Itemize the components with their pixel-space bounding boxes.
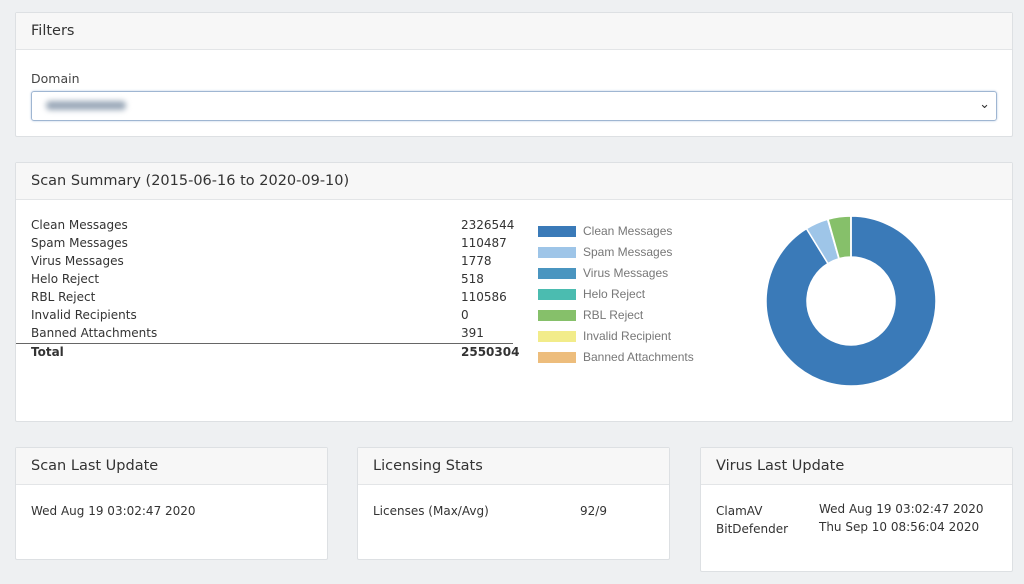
summary-row-name: Virus Messages xyxy=(31,254,124,268)
legend-item[interactable]: Clean Messages xyxy=(538,224,738,245)
virus-last-update-panel: Virus Last Update ClamAV Wed Aug 19 03:0… xyxy=(700,447,1013,572)
domain-select[interactable]: ⌄ xyxy=(31,91,997,121)
legend-swatch xyxy=(538,310,576,321)
total-label: Total xyxy=(31,345,64,359)
legend-label: Helo Reject xyxy=(583,287,646,301)
legend-item[interactable]: RBL Reject xyxy=(538,308,738,329)
legend-item[interactable]: Spam Messages xyxy=(538,245,738,266)
summary-row: Banned Attachments 391 xyxy=(31,326,515,344)
legend-item[interactable]: Helo Reject xyxy=(538,287,738,308)
filters-panel: Filters Domain ⌄ xyxy=(15,12,1013,137)
filters-title: Filters xyxy=(16,13,1012,50)
licensing-stats-title: Licensing Stats xyxy=(358,448,669,485)
legend-label: Banned Attachments xyxy=(583,350,694,364)
av-name-bitdefender: BitDefender xyxy=(716,522,789,536)
summary-row-value: 391 xyxy=(461,326,484,340)
summary-row-value: 1778 xyxy=(461,254,492,268)
legend-label: Virus Messages xyxy=(583,266,669,280)
scan-summary-panel: Scan Summary (2015-06-16 to 2020-09-10) … xyxy=(15,162,1013,422)
summary-row-value: 0 xyxy=(461,308,469,322)
licenses-label: Licenses (Max/Avg) xyxy=(373,504,489,518)
legend-label: Spam Messages xyxy=(583,245,673,259)
summary-row: Clean Messages 2326544 xyxy=(31,218,515,236)
summary-row: Helo Reject 518 xyxy=(31,272,515,290)
scan-last-update-title: Scan Last Update xyxy=(16,448,327,485)
summary-row-value: 518 xyxy=(461,272,484,286)
donut-chart xyxy=(765,215,937,387)
summary-row-name: Helo Reject xyxy=(31,272,100,286)
summary-row: Virus Messages 1778 xyxy=(31,254,515,272)
summary-row-value: 2326544 xyxy=(461,218,515,232)
legend-item[interactable]: Banned Attachments xyxy=(538,350,738,371)
av-date-bitdefender: Thu Sep 10 08:56:04 2020 xyxy=(819,520,980,534)
av-date-clamav: Wed Aug 19 03:02:47 2020 xyxy=(819,502,984,516)
legend-swatch xyxy=(538,247,576,258)
summary-row-name: RBL Reject xyxy=(31,290,96,304)
scan-last-update-value: Wed Aug 19 03:02:47 2020 xyxy=(31,504,196,518)
summary-row: Spam Messages 110487 xyxy=(31,236,515,254)
legend-item[interactable]: Invalid Recipient xyxy=(538,329,738,350)
av-name-clamav: ClamAV xyxy=(716,504,763,518)
legend-swatch xyxy=(538,226,576,237)
legend-swatch xyxy=(538,352,576,363)
summary-row: RBL Reject 110586 xyxy=(31,290,515,308)
summary-row-name: Spam Messages xyxy=(31,236,128,250)
legend-swatch xyxy=(538,331,576,342)
summary-total-row: Total 2550304 xyxy=(31,345,519,363)
scan-last-update-panel: Scan Last Update Wed Aug 19 03:02:47 202… xyxy=(15,447,328,560)
summary-row-name: Clean Messages xyxy=(31,218,128,232)
summary-row-value: 110487 xyxy=(461,236,507,250)
total-value: 2550304 xyxy=(461,345,520,359)
scan-summary-title: Scan Summary (2015-06-16 to 2020-09-10) xyxy=(16,163,1012,200)
chevron-down-icon: ⌄ xyxy=(979,97,990,112)
licensing-stats-panel: Licensing Stats Licenses (Max/Avg) 92/9 xyxy=(357,447,670,560)
legend-swatch xyxy=(538,268,576,279)
licenses-value: 92/9 xyxy=(580,504,607,518)
summary-row-name: Banned Attachments xyxy=(31,326,158,340)
summary-row-name: Invalid Recipients xyxy=(31,308,137,322)
virus-last-update-title: Virus Last Update xyxy=(701,448,1012,485)
legend-label: Invalid Recipient xyxy=(583,329,672,343)
legend-swatch xyxy=(538,289,576,300)
domain-label: Domain xyxy=(31,71,80,86)
legend-item[interactable]: Virus Messages xyxy=(538,266,738,287)
legend-label: Clean Messages xyxy=(583,224,673,238)
legend-label: RBL Reject xyxy=(583,308,644,322)
summary-row: Invalid Recipients 0 xyxy=(31,308,515,326)
summary-row-value: 110586 xyxy=(461,290,507,304)
domain-value-blurred xyxy=(46,101,126,110)
total-divider xyxy=(16,343,513,344)
